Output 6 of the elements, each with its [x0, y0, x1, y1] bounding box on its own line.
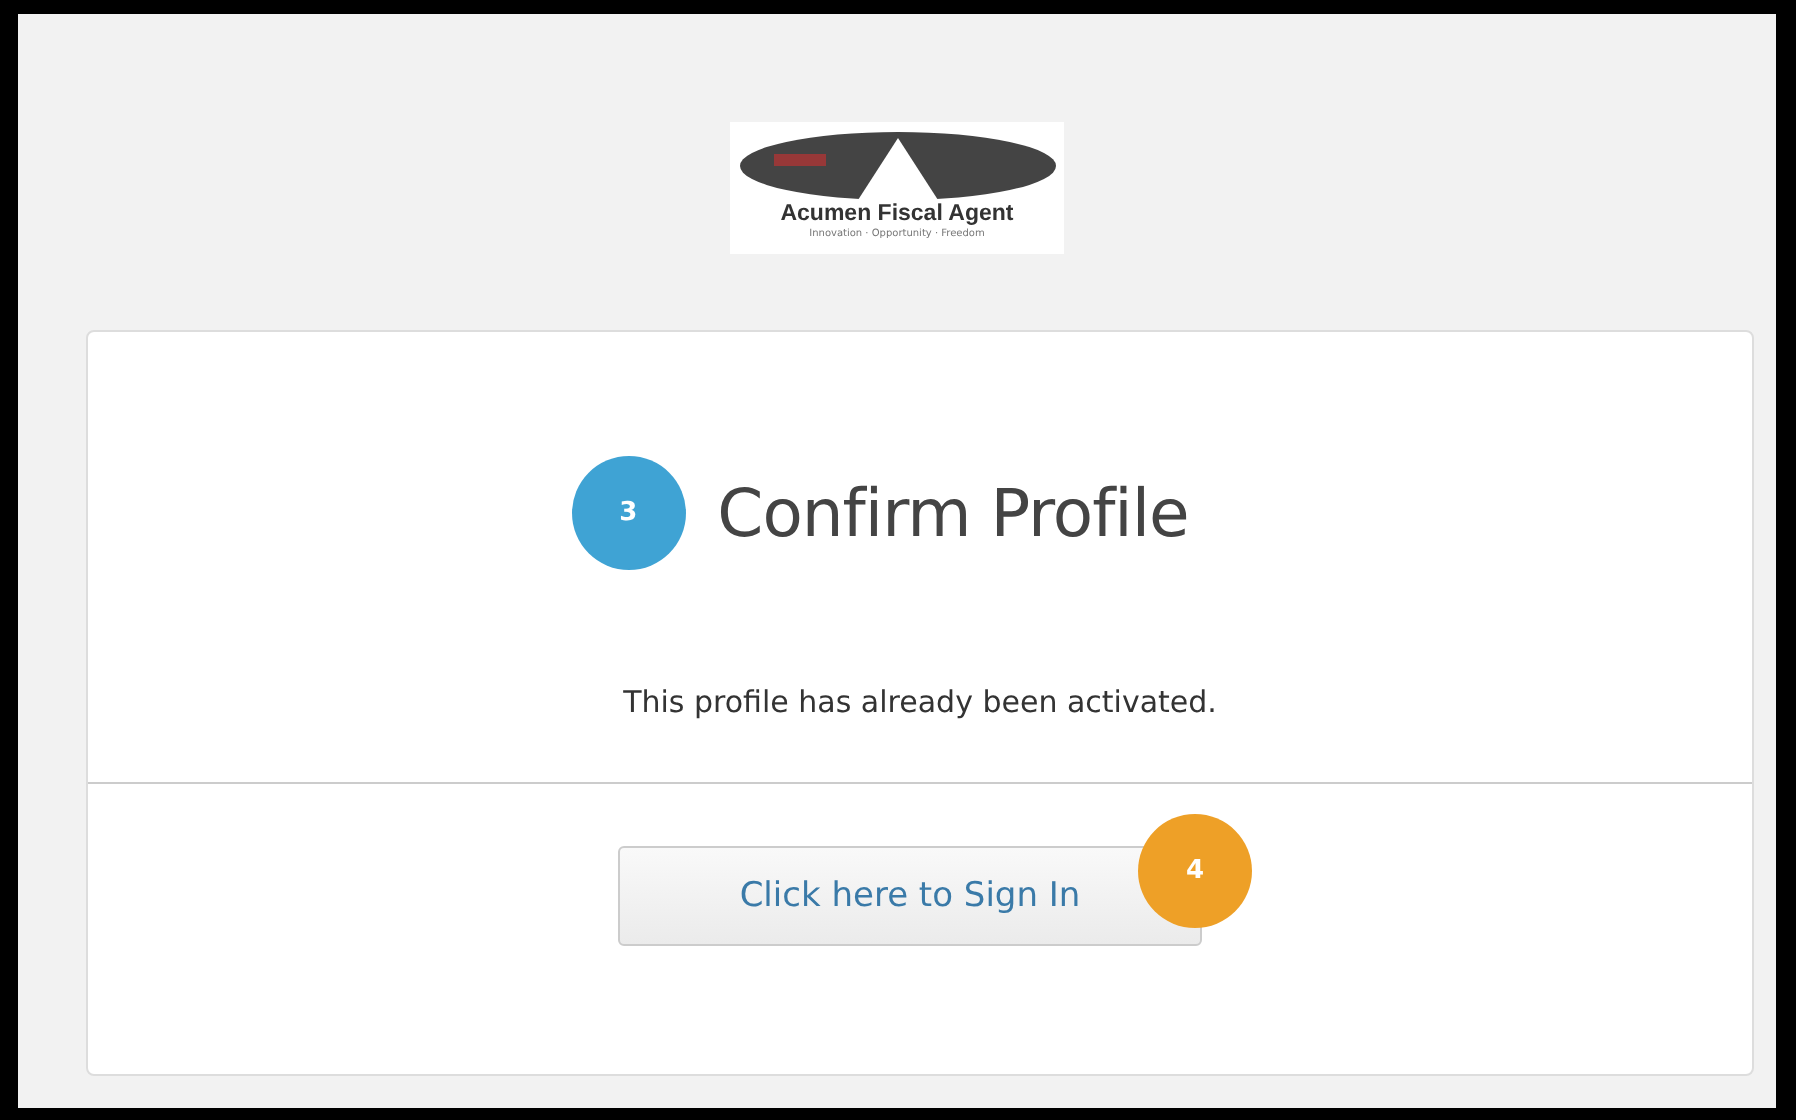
logo-mark-icon: [737, 130, 1057, 202]
logo-name: Acumen Fiscal Agent: [780, 202, 1014, 228]
page-title: Confirm Profile: [717, 474, 1189, 552]
status-message: This profile has already been activated.: [621, 684, 1219, 720]
step-badge: 4: [1138, 814, 1252, 928]
step-badge: 3: [571, 456, 686, 570]
